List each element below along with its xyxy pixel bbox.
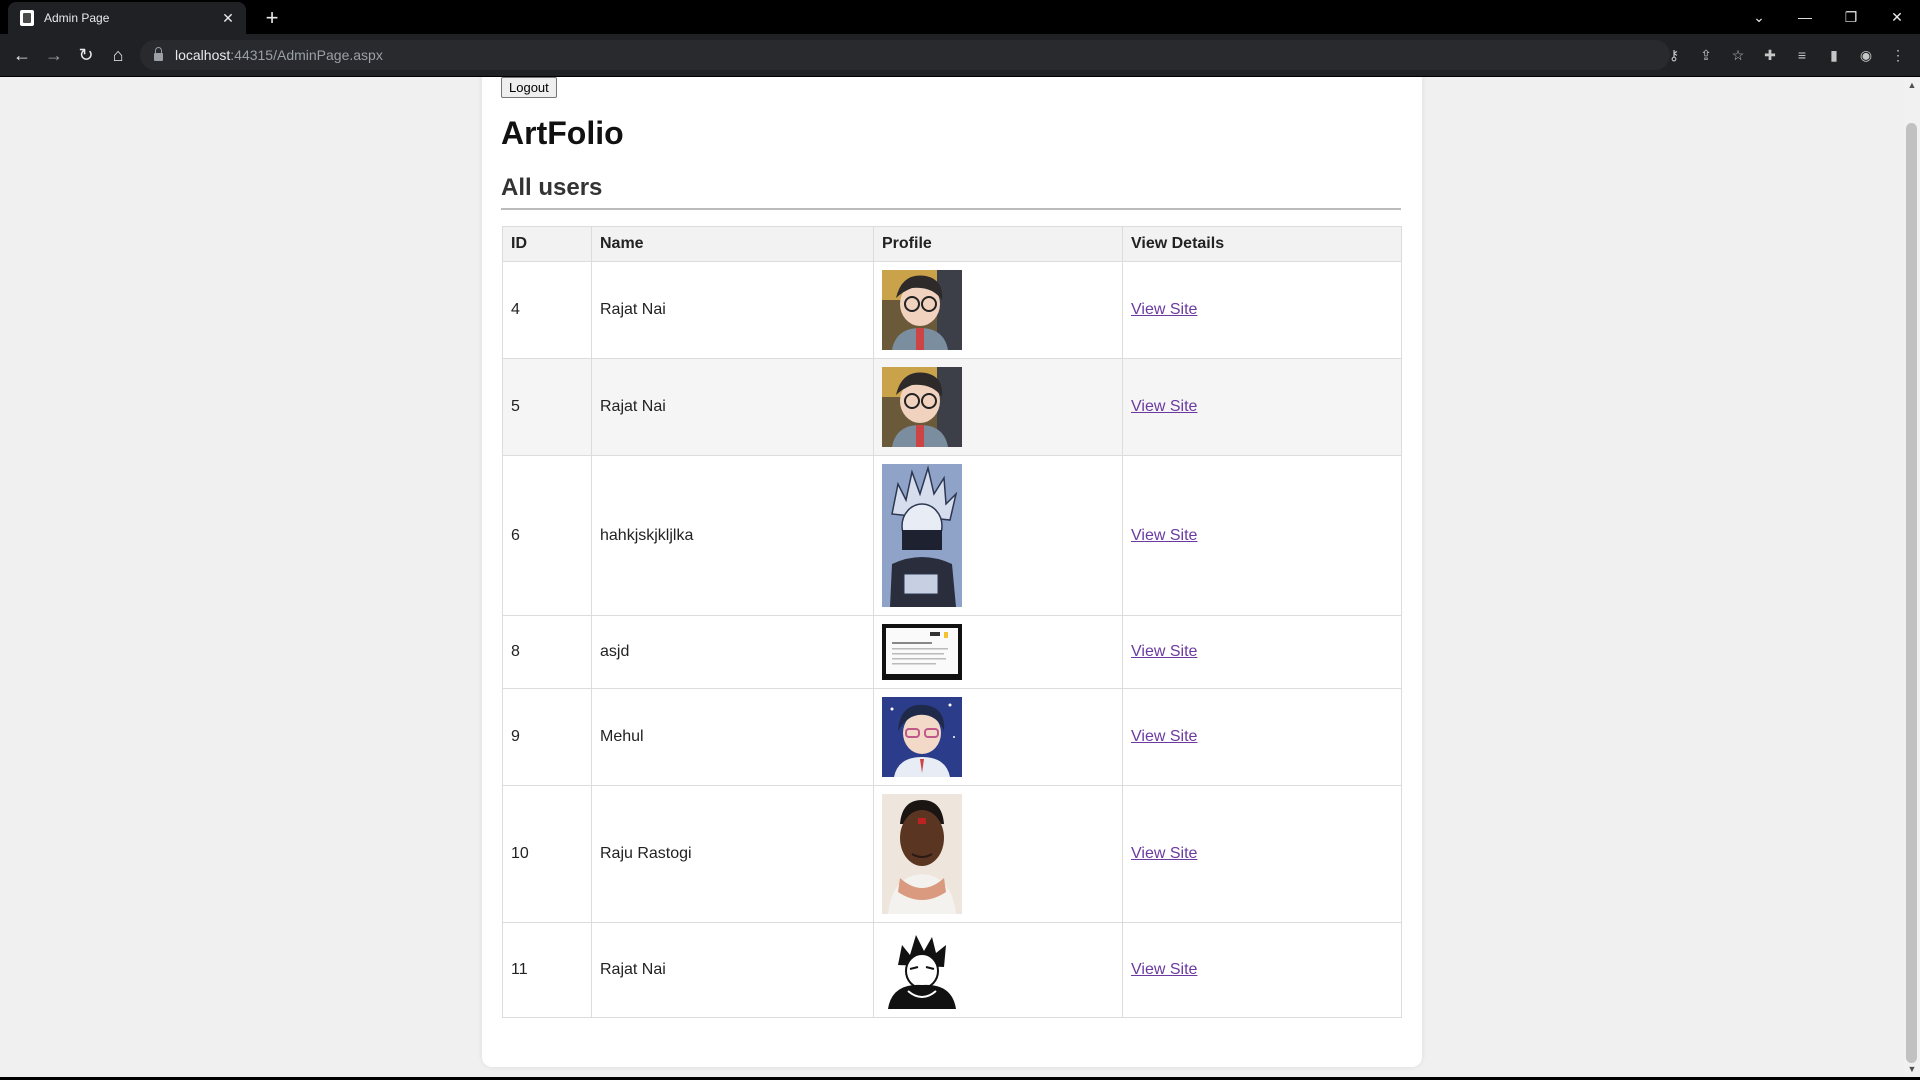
cell-id: 10: [502, 785, 592, 923]
cell-id: 5: [502, 358, 592, 456]
cell-view-details: View Site: [1122, 455, 1402, 616]
browser-tab-strip: Admin Page ✕ + ⌄ — ❐ ✕: [0, 0, 1920, 34]
cell-profile: [873, 261, 1123, 359]
close-window-icon[interactable]: ✕: [1874, 0, 1920, 34]
cell-profile: [873, 615, 1123, 689]
cell-name: Rajat Nai: [591, 358, 874, 456]
cell-name: Rajat Nai: [591, 922, 874, 1018]
cell-name: asjd: [591, 615, 874, 689]
cell-view-details: View Site: [1122, 922, 1402, 1018]
table-row: 10 Raju Rastogi View Site: [502, 785, 1402, 923]
header-view-details: View Details: [1122, 226, 1402, 262]
cell-profile: [873, 785, 1123, 923]
home-icon[interactable]: ⌂: [106, 43, 130, 67]
cell-profile: [873, 455, 1123, 616]
table-header-row: ID Name Profile View Details: [502, 226, 1402, 262]
bookmark-star-icon[interactable]: ☆: [1726, 43, 1750, 67]
view-site-link[interactable]: View Site: [1131, 301, 1197, 318]
cell-name: hahkjskjkljlka: [591, 455, 874, 616]
users-table: ID Name Profile View Details 4 Rajat Nai: [502, 226, 1402, 1018]
profile-image: [882, 464, 962, 607]
cell-view-details: View Site: [1122, 688, 1402, 786]
section-title: All users: [501, 174, 603, 201]
profile-avatar-icon[interactable]: ◉: [1854, 43, 1878, 67]
view-site-link[interactable]: View Site: [1131, 527, 1197, 544]
address-bar[interactable]: localhost:44315/AdminPage.aspx: [140, 40, 1670, 70]
restore-icon[interactable]: ❐: [1828, 0, 1874, 34]
profile-image: [882, 367, 962, 447]
minimize-icon[interactable]: —: [1782, 0, 1828, 34]
cell-id: 8: [502, 615, 592, 689]
page-viewport: Logout ArtFolio All users ID Name Profil…: [0, 77, 1904, 1077]
media-control-icon[interactable]: ≡: [1790, 43, 1814, 67]
table-row: 9 Mehul View Site: [502, 688, 1402, 786]
url-text[interactable]: localhost:44315/AdminPage.aspx: [175, 47, 383, 63]
header-id: ID: [502, 226, 592, 262]
page-scrollbar[interactable]: ▲ ▼: [1904, 77, 1920, 1077]
reload-icon[interactable]: ↻: [74, 43, 98, 67]
cell-view-details: View Site: [1122, 358, 1402, 456]
cell-view-details: View Site: [1122, 785, 1402, 923]
cell-id: 11: [502, 922, 592, 1018]
cell-name: Rajat Nai: [591, 261, 874, 359]
menu-kebab-icon[interactable]: ⋮: [1886, 43, 1910, 67]
site-brand-title: ArtFolio: [501, 115, 624, 151]
logout-button[interactable]: Logout: [501, 77, 557, 98]
cell-profile: [873, 688, 1123, 786]
browser-toolbar: ← → ↻ ⌂ localhost:44315/AdminPage.aspx ⚷…: [0, 34, 1920, 77]
cell-id: 4: [502, 261, 592, 359]
tab-search-icon[interactable]: ⌄: [1736, 0, 1782, 34]
scrollbar-thumb[interactable]: [1906, 123, 1917, 1063]
extensions-puzzle-icon[interactable]: ✚: [1758, 43, 1782, 67]
cell-profile: [873, 922, 1123, 1018]
view-site-link[interactable]: View Site: [1131, 398, 1197, 415]
page-favicon-icon: [20, 10, 34, 26]
scroll-up-arrow-icon[interactable]: ▲: [1904, 77, 1920, 93]
lock-icon[interactable]: [154, 47, 163, 61]
admin-card: Logout ArtFolio All users ID Name Profil…: [482, 77, 1422, 1067]
profile-image: [882, 624, 962, 680]
back-icon[interactable]: ←: [10, 43, 34, 67]
cell-id: 9: [502, 688, 592, 786]
tab-title: Admin Page: [44, 11, 110, 25]
cell-view-details: View Site: [1122, 615, 1402, 689]
profile-image: [882, 794, 962, 914]
close-tab-icon[interactable]: ✕: [216, 10, 240, 27]
table-row: 4 Rajat Nai View Site: [502, 261, 1402, 359]
cell-name: Mehul: [591, 688, 874, 786]
table-row: 11 Rajat Nai View Site: [502, 922, 1402, 1018]
header-name: Name: [591, 226, 874, 262]
share-icon[interactable]: ⇪: [1694, 43, 1718, 67]
password-key-icon[interactable]: ⚷: [1662, 43, 1686, 67]
cell-view-details: View Site: [1122, 261, 1402, 359]
table-row: 6 hahkjskjkljlka View Site: [502, 455, 1402, 616]
table-row: 5 Rajat Nai View Site: [502, 358, 1402, 456]
header-profile: Profile: [873, 226, 1123, 262]
cell-profile: [873, 358, 1123, 456]
new-tab-button[interactable]: +: [258, 4, 286, 32]
view-site-link[interactable]: View Site: [1131, 845, 1197, 862]
table-row: 8 asjd View Site: [502, 615, 1402, 689]
profile-image: [882, 697, 962, 777]
profile-image: [882, 270, 962, 350]
side-panel-icon[interactable]: ▮: [1822, 43, 1846, 67]
browser-tab[interactable]: Admin Page ✕: [8, 2, 246, 34]
scroll-down-arrow-icon[interactable]: ▼: [1904, 1061, 1920, 1077]
profile-image: [882, 931, 962, 1009]
cell-id: 6: [502, 455, 592, 616]
view-site-link[interactable]: View Site: [1131, 643, 1197, 660]
view-site-link[interactable]: View Site: [1131, 961, 1197, 978]
view-site-link[interactable]: View Site: [1131, 728, 1197, 745]
section-divider: [501, 208, 1401, 210]
cell-name: Raju Rastogi: [591, 785, 874, 923]
forward-icon[interactable]: →: [42, 43, 66, 67]
